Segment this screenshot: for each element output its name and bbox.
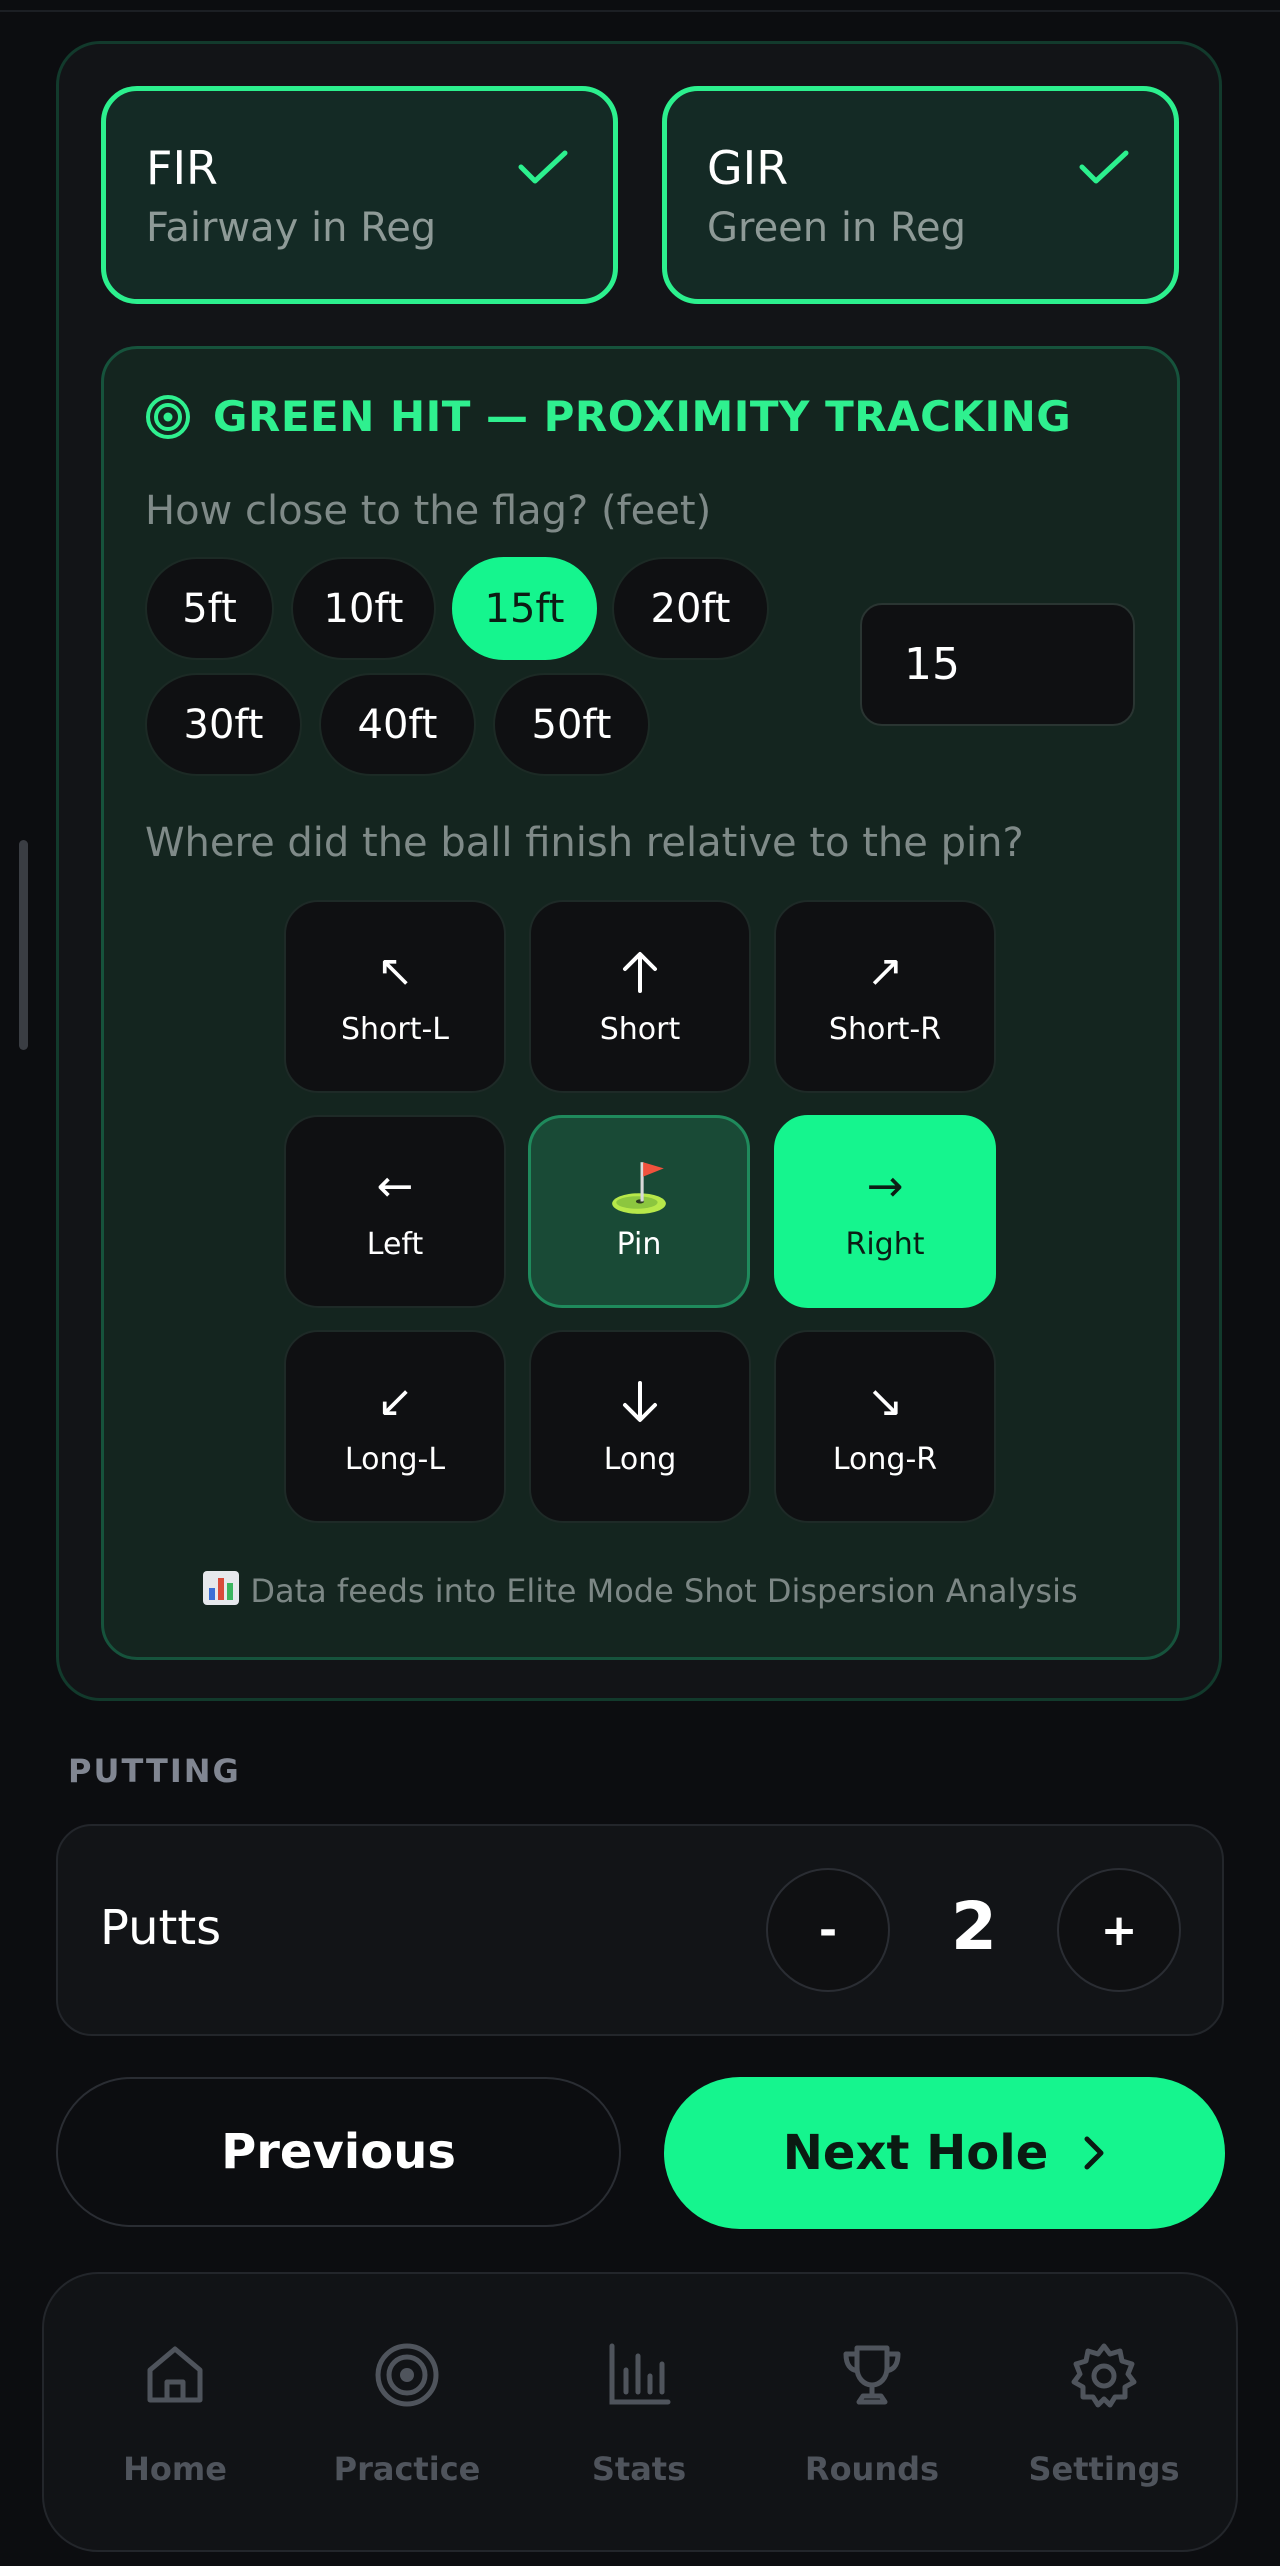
position-pin-button[interactable]: Pin	[528, 1115, 750, 1308]
position-label: Short-L	[340, 1012, 450, 1047]
distance-chip-15ft[interactable]: 15ft	[452, 557, 597, 660]
home-icon	[147, 2346, 203, 2403]
increment-putts-button[interactable]: +	[1057, 1868, 1181, 1992]
distance-question: How close to the flag? (feet)	[145, 488, 712, 534]
target-icon	[375, 2343, 439, 2407]
arrow-down-icon	[615, 1376, 665, 1428]
position-short-left-button[interactable]: ↖ Short-L	[284, 900, 506, 1093]
gir-toggle[interactable]: GIR Green in Reg	[662, 86, 1179, 304]
position-long-button[interactable]: Long	[529, 1330, 751, 1523]
distance-chip-40ft[interactable]: 40ft	[319, 673, 476, 776]
check-icon	[1079, 150, 1129, 184]
target-icon	[146, 395, 190, 439]
nav-stats[interactable]: Stats	[539, 2340, 739, 2488]
distance-chip-5ft[interactable]: 5ft	[145, 557, 274, 660]
distance-chip-10ft[interactable]: 10ft	[291, 557, 436, 660]
fir-subtitle: Fairway in Reg	[146, 205, 437, 251]
nav-practice[interactable]: Practice	[307, 2340, 507, 2488]
putts-card	[56, 1824, 1224, 2036]
position-label: Left	[366, 1227, 424, 1262]
nav-home[interactable]: Home	[75, 2340, 275, 2488]
position-long-right-button[interactable]: ↘ Long-R	[774, 1330, 996, 1523]
distance-input[interactable]: 15	[860, 603, 1135, 726]
distance-chip-30ft[interactable]: 30ft	[145, 673, 302, 776]
footnote-text: Data feeds into Elite Mode Shot Dispersi…	[250, 1572, 1078, 1610]
nav-label: Home	[123, 2450, 227, 2488]
arrow-right-icon: →	[866, 1161, 904, 1212]
position-label: Short	[599, 1012, 681, 1047]
position-right-button[interactable]: → Right	[774, 1115, 996, 1308]
gir-subtitle: Green in Reg	[707, 205, 967, 251]
chevron-right-icon	[1084, 2136, 1104, 2170]
gear-icon	[1071, 2343, 1137, 2408]
position-question: Where did the ball finish relative to th…	[145, 820, 1024, 866]
position-long-left-button[interactable]: ↙ Long-L	[284, 1330, 506, 1523]
arrow-left-icon: ←	[376, 1161, 414, 1212]
scroll-indicator[interactable]	[19, 840, 28, 1050]
position-left-button[interactable]: ← Left	[284, 1115, 506, 1308]
fir-title: FIR	[146, 141, 218, 195]
nav-settings[interactable]: Settings	[1004, 2340, 1204, 2488]
top-divider	[0, 0, 1280, 12]
fir-toggle[interactable]: FIR Fairway in Reg	[101, 86, 618, 304]
next-hole-label: Next Hole	[782, 2125, 1049, 2181]
putts-label: Putts	[100, 1900, 222, 1956]
nav-label: Rounds	[804, 2450, 940, 2488]
position-label: Right	[845, 1227, 925, 1262]
previous-button[interactable]: Previous	[56, 2077, 621, 2227]
nav-label: Stats	[591, 2450, 687, 2488]
position-short-button[interactable]: Short	[529, 900, 751, 1093]
arrow-down-left-icon: ↙	[376, 1376, 414, 1427]
position-label: Long-L	[344, 1442, 446, 1477]
nav-label: Practice	[333, 2450, 481, 2488]
trophy-icon	[843, 2345, 901, 2405]
position-label: Long	[603, 1442, 677, 1477]
putting-section-label: PUTTING	[68, 1752, 241, 1790]
position-short-right-button[interactable]: ↗ Short-R	[774, 900, 996, 1093]
arrow-up-left-icon: ↖	[376, 946, 414, 997]
putts-value: 2	[951, 1888, 997, 1965]
nav-rounds[interactable]: Rounds	[772, 2340, 972, 2488]
check-icon	[518, 150, 568, 184]
proximity-title: GREEN HIT — PROXIMITY TRACKING	[213, 392, 1072, 441]
distance-chip-50ft[interactable]: 50ft	[493, 673, 650, 776]
position-label: Short-R	[828, 1012, 942, 1047]
arrow-down-right-icon: ↘	[866, 1376, 904, 1427]
bar-chart-icon	[203, 1571, 240, 1605]
arrow-up-icon	[615, 946, 665, 998]
distance-chip-20ft[interactable]: 20ft	[612, 557, 769, 660]
position-label: Pin	[616, 1227, 662, 1262]
bar-chart-icon	[609, 2343, 671, 2405]
position-label: Long-R	[832, 1442, 938, 1477]
golf-flag-icon	[608, 1161, 670, 1214]
arrow-up-right-icon: ↗	[866, 946, 904, 997]
nav-label: Settings	[1028, 2450, 1180, 2488]
next-hole-button[interactable]: Next Hole	[664, 2077, 1225, 2229]
dispersion-footnote: Data feeds into Elite Mode Shot Dispersi…	[0, 1570, 1280, 1610]
decrement-putts-button[interactable]: -	[766, 1868, 890, 1992]
gir-title: GIR	[707, 141, 789, 195]
